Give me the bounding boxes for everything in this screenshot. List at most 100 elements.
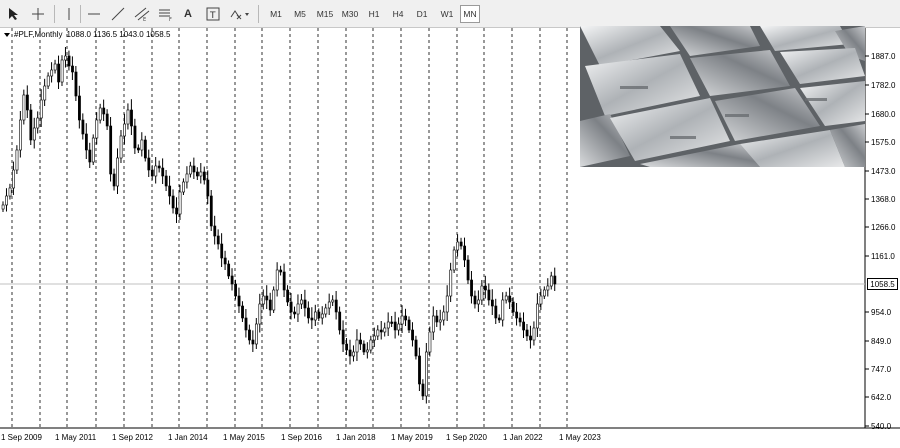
candle-body: [123, 123, 126, 137]
svg-text:T: T: [209, 11, 216, 21]
price-tick-label: 1266.0: [871, 223, 896, 232]
candle-body: [220, 243, 224, 259]
time-tick-label: 1 Sep 2020: [446, 433, 487, 442]
price-tick-label: 849.0: [871, 337, 892, 346]
trendline-icon[interactable]: [108, 4, 128, 24]
candle-body: [494, 305, 498, 319]
candle-body: [185, 173, 189, 183]
candle-body: [345, 343, 349, 351]
timeframe-w1[interactable]: W1: [436, 5, 458, 23]
candle-body: [133, 125, 137, 149]
candle-body: [258, 303, 262, 325]
price-tick-label: 1161.0: [871, 252, 895, 261]
candle-body: [39, 99, 43, 119]
shapes-icon[interactable]: [228, 4, 252, 24]
candle-body: [477, 299, 480, 305]
candle-body: [130, 109, 133, 127]
candle-body: [81, 119, 85, 135]
candle-body: [473, 295, 477, 305]
candle-body: [307, 307, 310, 319]
chart-header: #PLF,Monthly 1088.0 1136.5 1043.0 1058.5: [4, 30, 170, 39]
candle-body: [157, 165, 161, 169]
candle-body: [175, 207, 179, 215]
candle-body: [53, 63, 57, 71]
candle-body: [536, 303, 539, 329]
price-tick-label: 642.0: [871, 393, 892, 402]
candle-body: [192, 165, 196, 173]
cursor-icon[interactable]: [4, 4, 24, 24]
price-tick-label: 1473.0: [871, 167, 896, 176]
candle-body: [91, 137, 95, 163]
candle-body: [25, 94, 29, 111]
channel-icon[interactable]: E: [132, 4, 152, 24]
candle-body: [313, 311, 317, 321]
price-tick-label: 1368.0: [871, 195, 896, 204]
vertical-line-icon[interactable]: [60, 4, 78, 24]
candle-body: [487, 289, 491, 301]
candle-body: [445, 295, 449, 313]
candle-body: [46, 75, 50, 87]
candle-body: [418, 355, 421, 385]
candle-body: [355, 339, 359, 353]
candle-body: [449, 269, 453, 297]
crosshair-icon[interactable]: [28, 4, 48, 24]
candle-body: [22, 94, 26, 121]
timeframe-m30[interactable]: M30: [338, 5, 362, 23]
candle-body: [164, 175, 168, 187]
candle-body: [19, 119, 22, 151]
current-price-label: 1058.5: [867, 278, 898, 290]
time-axis: 1 Sep 2009 1 May 2011 1 Sep 2012 1 Jan 2014…: [1, 433, 601, 442]
timeframe-m1[interactable]: M1: [266, 5, 286, 23]
fibonacci-icon[interactable]: F: [156, 4, 176, 24]
candle-body: [178, 191, 182, 215]
candle-body: [466, 259, 470, 281]
timeframe-h4[interactable]: H4: [388, 5, 408, 23]
candle-body: [150, 169, 154, 177]
candle-body: [251, 339, 255, 345]
candle-body: [95, 119, 99, 139]
candle-body: [116, 157, 120, 187]
candle-body: [275, 269, 279, 291]
candle-body: [546, 285, 550, 291]
candle-body: [12, 169, 15, 189]
candle-body: [32, 127, 36, 141]
candle-body: [182, 181, 185, 193]
candle-body: [147, 157, 151, 171]
candle-body: [140, 139, 144, 151]
chart-menu-arrow-icon[interactable]: [4, 32, 10, 37]
text-icon[interactable]: A: [180, 4, 196, 24]
timeframe-h1[interactable]: H1: [364, 5, 384, 23]
candle-body: [379, 329, 383, 333]
timeframe-m15[interactable]: M15: [313, 5, 337, 23]
candle-body: [112, 173, 116, 187]
candle-body: [64, 55, 67, 61]
chart-symbol: #PLF,Monthly: [14, 30, 63, 39]
price-tick-label: 1680.0: [871, 110, 896, 119]
candle-body: [67, 55, 71, 67]
candle-body: [324, 307, 328, 315]
price-tick-label: 747.0: [871, 365, 892, 374]
candle-body: [154, 165, 158, 177]
candle-body: [508, 295, 512, 303]
candle-body: [438, 319, 442, 323]
candle-body: [397, 323, 401, 331]
candle-body: [425, 351, 428, 397]
candle-body: [168, 185, 172, 197]
candle-body: [5, 195, 8, 206]
candle-body: [105, 113, 109, 127]
candle-body: [317, 311, 321, 319]
timeframe-d1[interactable]: D1: [412, 5, 432, 23]
candle-body: [289, 301, 293, 313]
candle-body: [71, 65, 74, 73]
candle-body: [532, 327, 536, 341]
price-tick-label: 1782.0: [871, 81, 896, 90]
timeframe-mn[interactable]: MN: [460, 5, 480, 23]
text-label-icon[interactable]: T: [204, 4, 222, 24]
candle-body: [98, 107, 102, 121]
timeframe-m5[interactable]: M5: [290, 5, 310, 23]
candle-body: [230, 275, 234, 285]
candle-body: [515, 311, 519, 319]
candle-body: [327, 301, 331, 309]
horizontal-line-icon[interactable]: [84, 4, 104, 24]
candle-body: [286, 289, 290, 303]
